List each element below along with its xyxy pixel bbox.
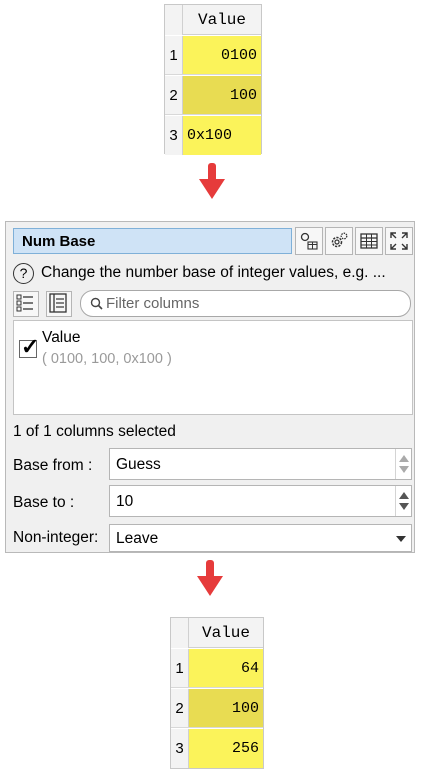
list-icon: [49, 293, 67, 313]
table-cell[interactable]: 256: [189, 729, 263, 768]
panel-title-box[interactable]: Num Base: [13, 228, 292, 254]
value-column-checkbox[interactable]: ✓: [19, 335, 39, 359]
input-table-header: Value: [165, 5, 261, 35]
output-table-header: Value: [171, 618, 263, 648]
base-to-label: Base to :: [13, 494, 75, 511]
row-number: 2: [165, 76, 183, 114]
table-cell[interactable]: 100: [189, 689, 263, 727]
column-settings-button[interactable]: [295, 227, 323, 255]
base-from-spinner[interactable]: [395, 449, 411, 479]
panel-title: Num Base: [22, 233, 96, 250]
table-cell[interactable]: 64: [189, 649, 263, 687]
down-arrow-icon: [199, 163, 225, 203]
base-from-label: Base from :: [13, 457, 93, 474]
non-integer-dropdown[interactable]: Leave: [109, 524, 412, 552]
row-header-corner: [165, 5, 183, 35]
table-row: 1 64: [171, 649, 263, 688]
column-sample-values: ( 0100, 100, 0x100 ): [42, 351, 172, 367]
settings-button[interactable]: [325, 227, 353, 255]
num-base-panel: Num Base ? Change the number base of int…: [5, 221, 415, 553]
table-cell[interactable]: 0x100: [183, 116, 261, 155]
table-row: 3 256: [171, 729, 263, 768]
table-row: 3 0x100: [165, 116, 261, 155]
help-text: Change the number base of integer values…: [41, 264, 386, 281]
spin-down-icon[interactable]: [399, 466, 409, 473]
table-row: 2 100: [165, 76, 261, 115]
filter-columns-field[interactable]: [80, 290, 411, 317]
search-icon: [90, 297, 103, 310]
base-to-spinner[interactable]: [395, 486, 411, 516]
selection-status: 1 of 1 columns selected: [13, 423, 176, 440]
filter-columns-input[interactable]: [106, 294, 401, 313]
help-row: ? Change the number base of integer valu…: [13, 263, 413, 285]
maximize-button[interactable]: [385, 227, 413, 255]
base-from-value: Guess: [116, 456, 161, 473]
non-integer-value: Leave: [116, 530, 159, 547]
row-number: 3: [165, 116, 183, 155]
chevron-down-icon: [396, 536, 406, 542]
base-to-value: 10: [116, 493, 134, 510]
base-to-spinbox[interactable]: 10: [109, 485, 412, 517]
spin-up-icon[interactable]: [399, 492, 409, 499]
row-number: 1: [165, 36, 183, 74]
output-table: Value 1 64 2 100 3 256: [170, 617, 264, 769]
table-row: 1 0100: [165, 36, 261, 75]
row-number: 2: [171, 689, 189, 727]
column-header-value[interactable]: Value: [183, 5, 261, 35]
row-number: 3: [171, 729, 189, 768]
select-none-button[interactable]: [46, 291, 72, 317]
select-all-button[interactable]: [13, 291, 39, 317]
input-table: Value 1 0100 2 100 3 0x100: [164, 4, 262, 155]
column-header-value[interactable]: Value: [189, 618, 263, 648]
down-arrow-icon: [197, 560, 223, 600]
spin-down-icon[interactable]: [399, 503, 409, 510]
base-from-spinbox[interactable]: Guess: [109, 448, 412, 480]
table-cell[interactable]: 100: [183, 76, 261, 114]
non-integer-label: Non-integer:: [13, 529, 99, 546]
row-number: 1: [171, 649, 189, 687]
column-name[interactable]: Value: [42, 329, 81, 347]
help-icon[interactable]: ?: [13, 263, 34, 284]
spin-up-icon[interactable]: [399, 455, 409, 462]
checkmark-icon: ✓: [21, 334, 40, 359]
checklist-icon: [16, 294, 33, 312]
table-view-button[interactable]: [355, 227, 383, 255]
table-row: 2 100: [171, 689, 263, 728]
row-header-corner: [171, 618, 189, 648]
column-settings-icon: [300, 232, 318, 250]
table-icon: [360, 233, 378, 249]
maximize-icon: [390, 232, 408, 250]
column-list: ✓ Value ( 0100, 100, 0x100 ): [13, 320, 413, 415]
table-cell[interactable]: 0100: [183, 36, 261, 74]
gear-icon: [331, 232, 348, 248]
